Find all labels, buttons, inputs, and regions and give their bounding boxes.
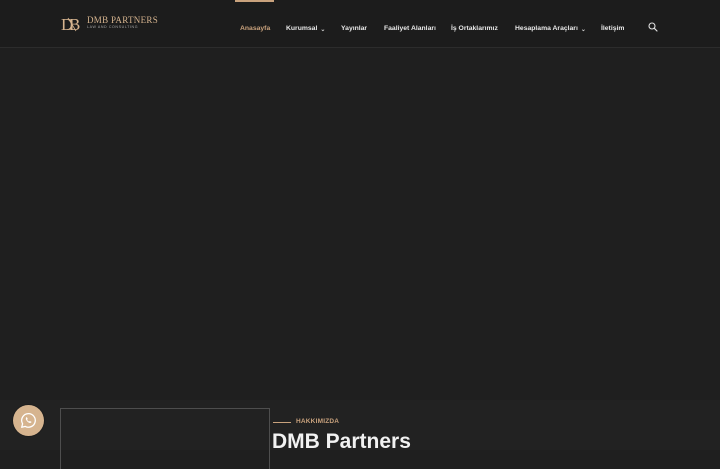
- hero-section: [0, 48, 720, 400]
- brand-name: DMB PARTNERS: [87, 15, 158, 25]
- section-label: HAKKIMIZDA: [296, 418, 340, 425]
- nav-active-indicator: [235, 0, 274, 2]
- nav-item-label: İş Ortaklarımız: [451, 25, 498, 32]
- nav-item-label: Yayınlar: [341, 25, 368, 32]
- whatsapp-icon: [21, 412, 36, 428]
- search-icon[interactable]: [648, 19, 658, 32]
- nav-item-label: Hesaplama Araçları: [515, 25, 578, 32]
- nav-item-label: İletişim: [601, 25, 625, 32]
- nav-item-iletisim[interactable]: İletişim: [601, 22, 624, 36]
- section-label-line: [273, 422, 291, 423]
- about-image-frame: [60, 408, 270, 469]
- section-title: DMB Partners: [272, 430, 411, 453]
- site-header: D B DMB PARTNERS LAW AND CONSULTING Anas…: [0, 0, 720, 48]
- about-section: HAKKIMIZDA DMB Partners: [0, 400, 720, 469]
- chevron-down-icon: ⌄: [580, 27, 586, 33]
- brand-logo[interactable]: D B DMB PARTNERS LAW AND CONSULTING: [61, 14, 158, 34]
- nav-item-faaliyet-alanlari[interactable]: Faaliyet Alanları: [384, 22, 436, 36]
- nav-item-hesaplama-araclari[interactable]: Hesaplama Araçları ⌄: [515, 22, 586, 36]
- brand-tagline: LAW AND CONSULTING: [87, 25, 139, 29]
- nav-item-label: Faaliyet Alanları: [384, 25, 436, 32]
- nav-item-anasayfa[interactable]: Anasayfa: [240, 22, 270, 36]
- nav-item-kurumsal[interactable]: Kurumsal ⌄: [286, 22, 325, 36]
- logo-mark-icon: D B: [61, 15, 83, 34]
- svg-text:B: B: [69, 15, 80, 33]
- brand-monogram: D B: [61, 14, 83, 34]
- nav-item-is-ortaklarimiz[interactable]: İş Ortaklarımız: [451, 22, 498, 36]
- whatsapp-button[interactable]: [13, 405, 44, 436]
- nav-item-label: Kurumsal: [286, 25, 318, 32]
- chevron-down-icon: ⌄: [320, 27, 326, 33]
- nav-item-yayinlar[interactable]: Yayınlar: [341, 22, 367, 36]
- nav-item-label: Anasayfa: [240, 25, 271, 32]
